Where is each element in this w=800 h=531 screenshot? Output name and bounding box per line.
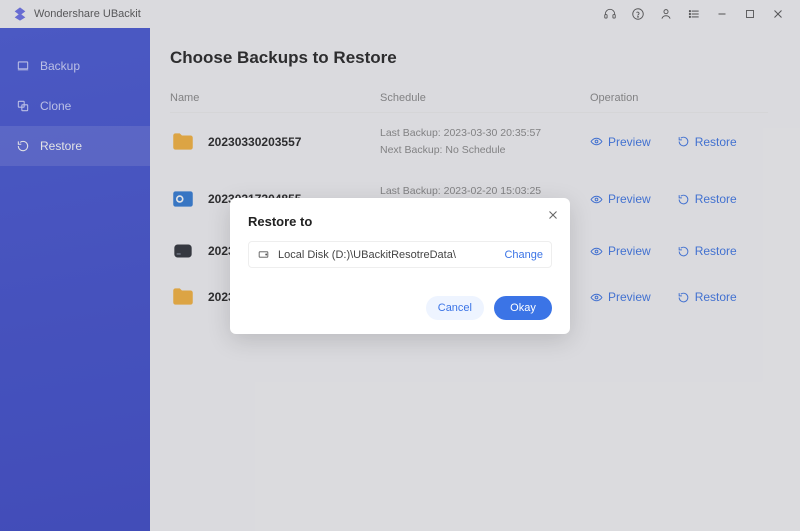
dialog-close-button[interactable] (546, 208, 560, 227)
change-path-link[interactable]: Change (504, 249, 543, 261)
restore-path-text: Local Disk (D:)\UBackitResotreData\ (278, 249, 496, 261)
cancel-button[interactable]: Cancel (426, 296, 484, 320)
okay-button[interactable]: Okay (494, 296, 552, 320)
dialog-title: Restore to (248, 214, 552, 229)
restore-to-dialog: Restore to Local Disk (D:)\UBackitResotr… (230, 198, 570, 334)
restore-path-field: Local Disk (D:)\UBackitResotreData\ Chan… (248, 241, 552, 268)
disk-icon (257, 248, 270, 261)
